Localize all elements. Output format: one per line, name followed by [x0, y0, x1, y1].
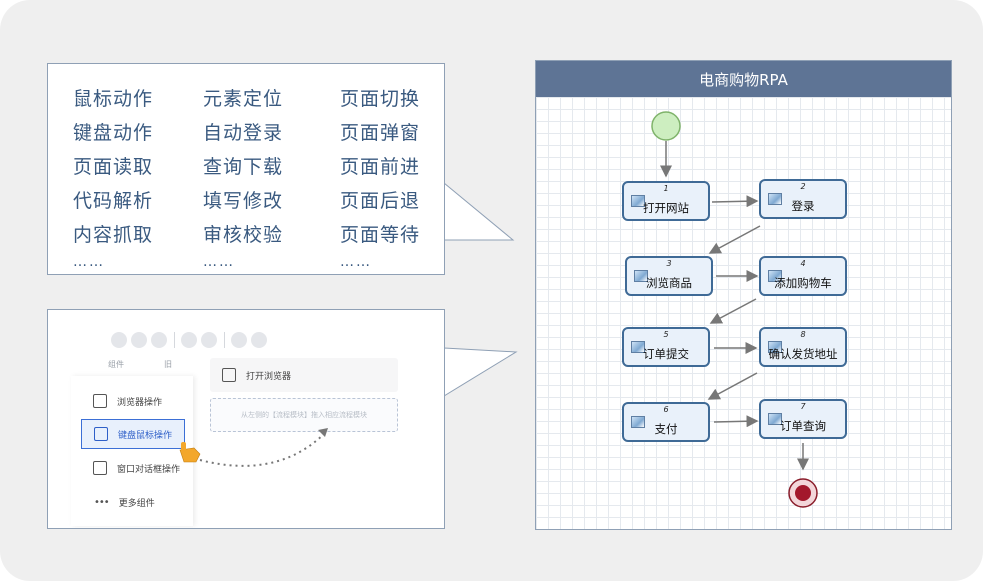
designer-callout: 组件 旧 浏览器操作 键盘鼠标操作 窗口对话框操作 ••• 更多组件 打开浏览器	[47, 309, 445, 529]
action-item: 键盘动作	[73, 122, 154, 144]
action-ellipsis: ……	[340, 254, 372, 270]
edge-4-5	[709, 298, 757, 324]
background-frame: 鼠标动作 键盘动作 页面读取 代码解析 内容抓取 …… 元素定位 自动登录 查询…	[0, 0, 983, 581]
node-number: 7	[800, 402, 806, 411]
action-item: 页面切换	[340, 88, 421, 110]
action-item: 元素定位	[203, 88, 284, 110]
action-item: 页面后退	[340, 190, 421, 212]
drag-arrowhead	[318, 428, 328, 437]
node-number: 2	[800, 182, 806, 191]
node-label: 订单查询	[780, 419, 826, 433]
node-label: 确认发货地址	[768, 347, 838, 361]
action-ellipsis: ……	[203, 254, 235, 270]
flow-node-confirm-address[interactable]: 8 确认发货地址	[759, 327, 847, 367]
end-node-core	[795, 485, 811, 501]
node-number: 6	[663, 405, 669, 414]
node-label: 支付	[654, 422, 678, 436]
edge-8-6	[707, 372, 758, 400]
action-ellipsis: ……	[73, 254, 105, 270]
drag-path	[179, 428, 328, 467]
action-item: 页面等待	[340, 224, 421, 246]
action-list-callout: 鼠标动作 键盘动作 页面读取 代码解析 内容抓取 …… 元素定位 自动登录 查询…	[47, 63, 445, 275]
node-label: 订单提交	[643, 347, 689, 361]
drag-dotted-path	[199, 431, 327, 467]
action-item: 自动登录	[203, 122, 284, 144]
action-item: 页面读取	[73, 156, 154, 178]
action-item: 代码解析	[73, 190, 154, 212]
action-item: 页面弹窗	[340, 122, 421, 144]
flow-node-browse-products[interactable]: 3 浏览商品	[625, 256, 713, 296]
edge-2-3	[708, 225, 761, 254]
node-number: 8	[800, 330, 806, 339]
flow-node-pay[interactable]: 6 支付	[622, 402, 710, 442]
flowchart-panel: 电商购物RPA 1 打开网站 2 登录 3 浏览商品 4 添加购物车 5 订单提…	[535, 60, 952, 530]
node-number: 1	[663, 184, 669, 193]
node-number: 3	[666, 259, 672, 268]
flow-node-login[interactable]: 2 登录	[759, 179, 847, 219]
action-item: 查询下载	[203, 156, 284, 178]
flow-edges	[651, 111, 818, 508]
node-label: 登录	[791, 199, 815, 213]
flow-node-open-site[interactable]: 1 打开网站	[622, 181, 710, 221]
node-label: 浏览商品	[646, 276, 692, 290]
node-label: 添加购物车	[774, 276, 832, 290]
flow-node-submit-order[interactable]: 5 订单提交	[622, 327, 710, 367]
action-item: 页面前进	[340, 156, 421, 178]
action-item: 填写修改	[203, 190, 284, 212]
action-item: 鼠标动作	[73, 88, 154, 110]
flow-node-add-to-cart[interactable]: 4 添加购物车	[759, 256, 847, 296]
node-number: 4	[800, 259, 806, 268]
edge-1-2	[711, 195, 759, 208]
action-item: 审核校验	[203, 224, 284, 246]
hand-cursor-icon	[179, 442, 201, 463]
node-number: 5	[663, 330, 669, 339]
flow-node-order-query[interactable]: 7 订单查询	[759, 399, 847, 439]
node-label: 打开网站	[643, 201, 689, 215]
edge-6-7	[713, 415, 759, 428]
start-node	[651, 111, 681, 141]
action-item: 内容抓取	[73, 224, 154, 246]
